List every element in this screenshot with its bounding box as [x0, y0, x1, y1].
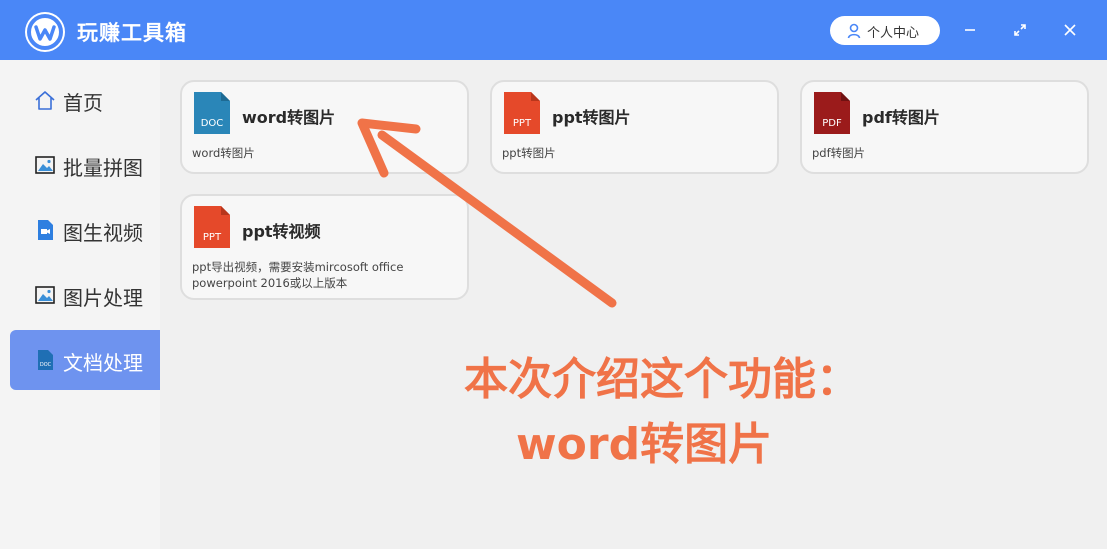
annotation-text-feature: word转图片	[516, 419, 773, 470]
sidebar-item-label: 首页	[63, 91, 103, 115]
doc-file-icon: DOC	[38, 350, 53, 370]
home-icon	[35, 91, 55, 110]
ppt-file-icon: PPT	[194, 206, 230, 248]
sidebar-item-image-processing[interactable]: 图片处理	[10, 265, 160, 325]
minimize-button[interactable]	[960, 20, 980, 40]
svg-text:PPT: PPT	[203, 232, 222, 243]
sidebar-item-home[interactable]: 首页	[10, 70, 160, 130]
image-icon	[35, 286, 55, 304]
svg-text:DOC: DOC	[201, 118, 224, 129]
sidebar-item-label: 文档处理	[63, 351, 143, 375]
annotation-text: 本次介绍这个功能：	[464, 354, 860, 405]
sidebar-item-label: 图生视频	[63, 221, 143, 245]
maximize-button[interactable]	[1010, 20, 1030, 40]
close-icon	[1064, 24, 1076, 36]
app-logo	[25, 12, 65, 52]
minimize-icon	[965, 29, 975, 31]
sidebar-item-batch-puzzle[interactable]: 批量拼图	[10, 135, 160, 195]
svg-text:PDF: PDF	[822, 118, 842, 129]
card-pdf-to-image[interactable]: PDF pdf转图片 pdf转图片	[800, 80, 1089, 174]
doc-file-icon: DOC	[194, 92, 230, 134]
close-button[interactable]	[1060, 20, 1080, 40]
pdf-file-icon: PDF	[814, 92, 850, 134]
title-bar: 玩赚工具箱 个人中心	[0, 0, 1107, 60]
user-center-label: 个人中心	[867, 26, 920, 41]
expand-icon	[1014, 24, 1026, 36]
svg-text:DOC: DOC	[40, 362, 52, 368]
sidebar-item-doc-processing[interactable]: DOC 文档处理	[10, 330, 160, 390]
video-file-icon	[38, 220, 53, 240]
card-title: ppt转视频	[242, 222, 321, 241]
card-description: pdf转图片	[812, 146, 866, 160]
sidebar: 首页 批量拼图 图生视频 图片处理 DOC 文档处理	[0, 60, 160, 549]
image-icon	[35, 156, 55, 174]
user-icon	[847, 23, 861, 39]
annotation-arrow	[357, 118, 617, 308]
card-title: pdf转图片	[862, 108, 940, 127]
sidebar-item-label: 批量拼图	[63, 156, 143, 180]
sidebar-item-label: 图片处理	[63, 286, 143, 310]
card-title: word转图片	[242, 108, 336, 127]
sidebar-item-image-to-video[interactable]: 图生视频	[10, 200, 160, 260]
app-title: 玩赚工具箱	[77, 21, 187, 45]
user-center-button[interactable]: 个人中心	[830, 16, 940, 45]
